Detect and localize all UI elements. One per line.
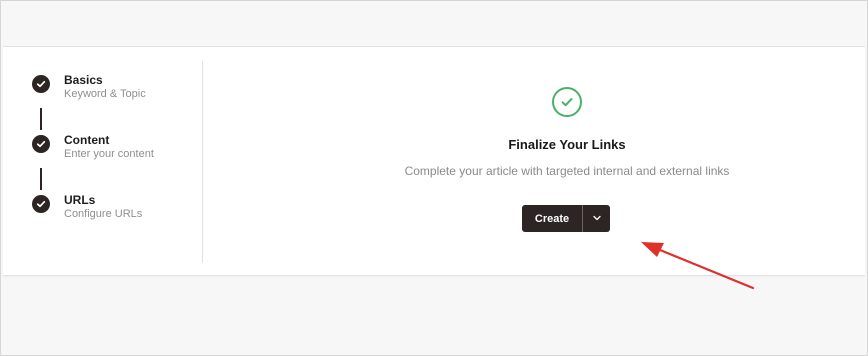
step-list: Basics Keyword & Topic Content Enter you… bbox=[3, 47, 203, 275]
step-content[interactable]: Content Enter your content bbox=[32, 133, 154, 162]
step-connector bbox=[40, 168, 42, 190]
check-icon bbox=[32, 135, 50, 153]
step-title: Basics bbox=[64, 73, 103, 87]
check-circle-icon bbox=[552, 87, 582, 117]
step-subtitle: Configure URLs bbox=[64, 208, 143, 220]
step-title: Content bbox=[64, 133, 110, 147]
step-subtitle: Keyword & Topic bbox=[64, 88, 146, 100]
create-button[interactable]: Create bbox=[522, 205, 583, 232]
step-title: URLs bbox=[64, 193, 96, 207]
panel-subtitle: Complete your article with targeted inte… bbox=[404, 164, 730, 178]
create-split-button: Create bbox=[522, 205, 610, 232]
step-connector bbox=[40, 108, 42, 130]
step-basics[interactable]: Basics Keyword & Topic bbox=[32, 73, 146, 102]
step-subtitle: Enter your content bbox=[64, 148, 154, 160]
create-options-button[interactable] bbox=[583, 205, 610, 232]
chevron-down-icon bbox=[592, 210, 602, 228]
check-icon bbox=[32, 75, 50, 93]
finalize-panel: Finalize Your Links Complete your articl… bbox=[203, 47, 865, 275]
wizard-card: Basics Keyword & Topic Content Enter you… bbox=[3, 46, 865, 276]
step-urls[interactable]: URLs Configure URLs bbox=[32, 193, 142, 222]
check-icon bbox=[32, 195, 50, 213]
panel-title: Finalize Your Links bbox=[508, 137, 626, 152]
